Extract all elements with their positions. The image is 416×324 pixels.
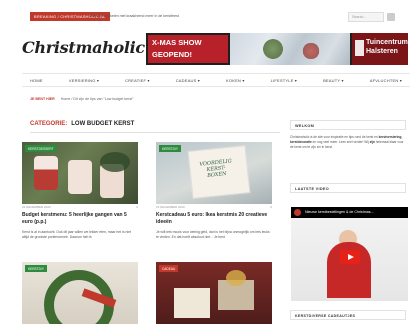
- post-title[interactable]: Kerstcadeau 5 euro: Ikea kerstmis 20 cre…: [156, 212, 272, 225]
- post-tag[interactable]: KERSTDIY: [25, 265, 47, 272]
- category-divider: [30, 132, 280, 133]
- breadcrumb: JE BENT HIER Home / Dit zijn de tips van…: [30, 95, 133, 103]
- sidebar-about: WELKOM Christmaholic is dé site voor ins…: [290, 120, 410, 150]
- breadcrumb-label: JE BENT HIER: [30, 97, 55, 101]
- banner-headline-line-2: GEOPEND!: [152, 50, 193, 59]
- top-tagline[interactable]: Bestelde artikelen met kraakhemd meer in…: [90, 14, 179, 18]
- category-title: CATEGORIE: LOW BUDGET KERST: [30, 121, 134, 127]
- post-meta: 22 DECEMBER 2020 0: [22, 205, 138, 209]
- sidebar-heading: LAATSTE VIDEO: [290, 183, 406, 193]
- post-comments[interactable]: 0: [270, 205, 272, 209]
- voucher-text: VOORDELIG KERST- BOXEN: [199, 158, 233, 179]
- video-title: Nieuwe kerstbestellingen & de Christmas.…: [305, 210, 374, 214]
- nav-item-lifestyle[interactable]: LIFESTYLE ▾: [271, 78, 297, 83]
- nav-item-koken[interactable]: KOKEN ▾: [226, 78, 245, 83]
- post-title[interactable]: Budget kerstmenu: 5 heerlijke gangen van…: [22, 212, 138, 225]
- banner-sponsor: Tuincentrum Halsteren: [352, 33, 408, 65]
- main-nav: HOME VERSIERING ▾ CREATIEF ▾ CADEAUS ▾ K…: [22, 73, 410, 87]
- search-input[interactable]: Search...: [348, 12, 384, 22]
- post-excerpt: Kerst is al in aantocht. Ook dit jaar wi…: [22, 230, 131, 240]
- post-tag[interactable]: KERSTDIY: [159, 145, 181, 152]
- post-image[interactable]: KERSTDIY VOORDELIG KERST- BOXEN: [156, 142, 272, 204]
- post-card[interactable]: CADEAU: [156, 262, 272, 324]
- banner-headline-line-1: X-MAS SHOW: [152, 38, 202, 47]
- sidebar-latest-video: LAATSTE VIDEO: [290, 183, 410, 193]
- sidebar-heading: WELKOM: [290, 120, 406, 130]
- about-link[interactable]: kerstversiering: [379, 135, 402, 139]
- post-card[interactable]: KERSTDIY: [22, 262, 138, 324]
- post-card[interactable]: KERSTDESSERT 22 DECEMBER 2020 0 Budget k…: [22, 142, 138, 240]
- nav-item-cadeaus[interactable]: CADEAUS ▾: [176, 78, 200, 83]
- sponsor-logo-icon: [355, 40, 364, 56]
- category-name: LOW BUDGET KERST: [71, 121, 135, 127]
- breadcrumb-path[interactable]: Home / Dit zijn de tips van "Low budget …: [61, 97, 134, 101]
- nav-item-afvluchten[interactable]: AFVLUCHTEN ▾: [370, 78, 402, 83]
- site-logo[interactable]: Christmaholic: [22, 38, 164, 57]
- about-text-part: ,: [401, 135, 403, 139]
- post-card[interactable]: KERSTDIY VOORDELIG KERST- BOXEN 15 DECEM…: [156, 142, 272, 240]
- post-image[interactable]: KERSTDIY: [22, 262, 138, 324]
- post-comments[interactable]: 0: [136, 205, 138, 209]
- logo-text: Christmaholic: [22, 38, 145, 57]
- post-image[interactable]: CADEAU: [156, 262, 272, 324]
- about-text-part: Christmaholic is dé site voor inspiratie…: [290, 135, 379, 139]
- category-label: CATEGORIE:: [30, 121, 68, 127]
- nav-item-creatief[interactable]: CREATIEF ▾: [125, 78, 150, 83]
- top-bar: BREAKING / CHRISTMASHOLIC.NL Bestelde ar…: [0, 10, 410, 24]
- sidebar-heading: KERSTDIVERSE CADEAUTJES: [290, 310, 406, 320]
- about-text-part: en nog veel meer. Lees snel verder! Wij: [311, 140, 370, 144]
- video-title-bar[interactable]: Nieuwe kerstbestellingen & de Christmas.…: [291, 207, 408, 218]
- post-tag[interactable]: KERSTDESSERT: [25, 145, 57, 152]
- play-icon[interactable]: [340, 250, 360, 264]
- channel-avatar-icon: [294, 209, 301, 216]
- post-date: 15 DECEMBER 2020: [156, 205, 185, 209]
- video-player[interactable]: Nieuwe kerstbestellingen & de Christmas.…: [291, 207, 408, 301]
- post-meta: 15 DECEMBER 2020 0: [156, 205, 272, 209]
- social-icon[interactable]: [387, 13, 395, 21]
- banner-headline: X-MAS SHOW GEOPEND!: [148, 35, 228, 63]
- post-date: 22 DECEMBER 2020: [22, 205, 51, 209]
- sponsor-name-2: Halsteren: [366, 48, 398, 55]
- post-excerpt: Je wilt iets moois voor weinig geld, dan…: [156, 230, 270, 240]
- nav-item-home[interactable]: HOME: [30, 78, 43, 83]
- sidebar-about-text: Christmaholic is dé site voor inspiratie…: [290, 135, 404, 150]
- about-link[interactable]: kerstdecoratie: [290, 140, 312, 144]
- nav-item-beauty[interactable]: BEAUTY ▾: [323, 78, 344, 83]
- nav-item-versiering[interactable]: VERSIERING ▾: [69, 78, 99, 83]
- post-image[interactable]: KERSTDESSERT: [22, 142, 138, 204]
- advert-banner[interactable]: X-MAS SHOW GEOPEND! Tuincentrum Halstere…: [146, 33, 408, 65]
- banner-photo: [230, 33, 350, 65]
- sponsor-name-1: Tuincentrum: [366, 39, 408, 46]
- post-tag[interactable]: CADEAU: [159, 265, 179, 272]
